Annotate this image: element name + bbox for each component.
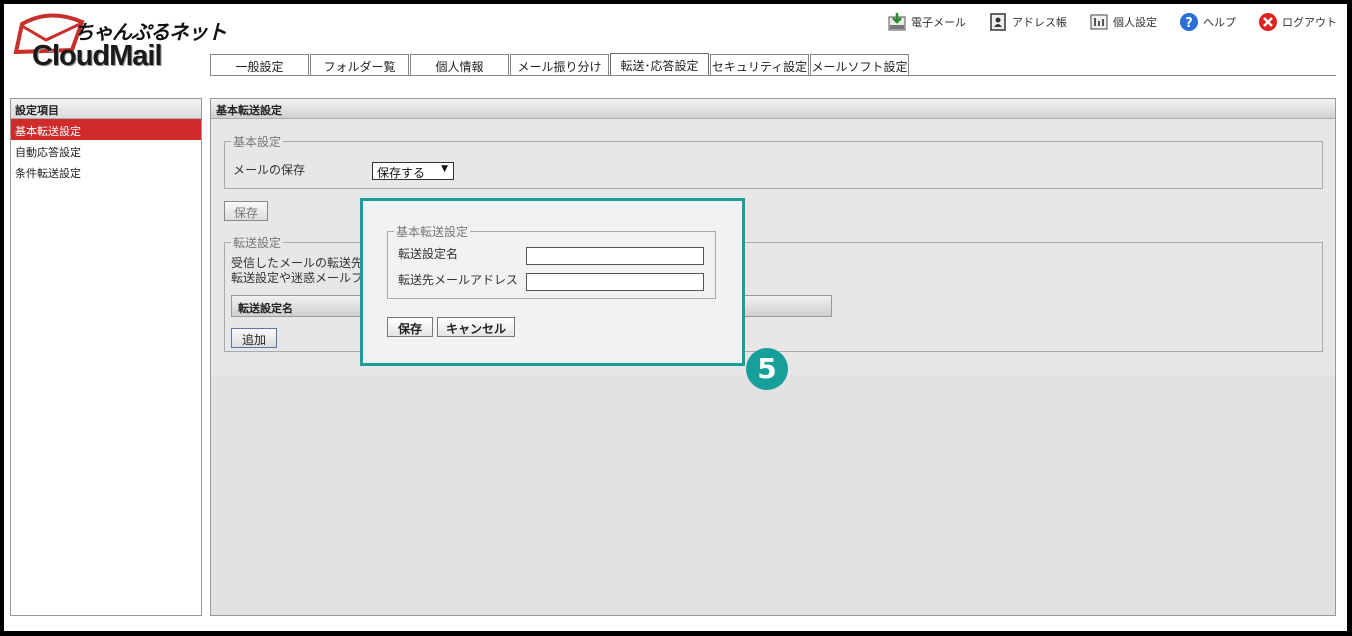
topnav-personal-settings[interactable]: 個人設定	[1089, 12, 1157, 32]
dialog-legend: 基本転送設定	[396, 225, 469, 239]
tab-forward-reply[interactable]: 転送･応答設定	[610, 53, 709, 75]
sidebar-item-auto-reply[interactable]: 自動応答設定	[11, 140, 201, 161]
save-mail-label: メールの保存	[233, 163, 306, 177]
tabs-divider	[210, 75, 1336, 76]
basic-settings-legend: 基本設定	[233, 135, 282, 149]
save-mail-select[interactable]: 保存する ▼	[372, 162, 454, 180]
topnav-address-book-label: アドレス帳	[1012, 16, 1067, 29]
topnav-help[interactable]: ? ヘルプ	[1179, 12, 1236, 32]
forward-address-input[interactable]	[526, 273, 704, 291]
topnav-logout-label: ログアウト	[1282, 16, 1337, 29]
topnav-help-label: ヘルプ	[1203, 16, 1236, 29]
tab-mail-software[interactable]: メールソフト設定	[810, 54, 909, 75]
tab-mail-filter[interactable]: メール振り分け	[510, 54, 609, 75]
dropdown-arrow-icon: ▼	[441, 164, 448, 174]
help-icon: ?	[1180, 13, 1198, 31]
save-mail-select-value: 保存する	[377, 166, 426, 180]
app-window: ちゃんぷるネット CloudMail 電子メール アドレス帳 個人設定 ? ヘル…	[4, 4, 1347, 631]
basic-save-button[interactable]: 保存	[224, 201, 268, 221]
address-book-icon	[990, 13, 1006, 31]
forward-name-input[interactable]	[526, 247, 704, 265]
forward-description-line2: 転送設定や迷惑メールフ	[231, 271, 364, 285]
settings-sidebar: 設定項目 基本転送設定 自動応答設定 条件転送設定	[10, 98, 202, 616]
main-panel-header: 基本転送設定	[211, 99, 1335, 119]
forward-settings-dialog: 基本転送設定 転送設定名 転送先メールアドレス 保存 キャンセル	[360, 198, 745, 366]
topnav-logout[interactable]: ログアウト	[1258, 12, 1337, 32]
top-navigation: 電子メール アドレス帳 個人設定 ? ヘルプ ログアウト	[887, 12, 1337, 32]
topnav-personal-settings-label: 個人設定	[1113, 16, 1157, 29]
tab-security[interactable]: セキュリティ設定	[710, 54, 809, 75]
add-forward-button[interactable]: 追加	[231, 328, 277, 348]
topnav-address-book[interactable]: アドレス帳	[988, 12, 1067, 32]
forward-address-label: 転送先メールアドレス	[398, 273, 519, 287]
logout-icon	[1259, 13, 1277, 31]
tab-personal-info[interactable]: 個人情報	[410, 54, 509, 75]
sidebar-header: 設定項目	[11, 99, 201, 119]
brand-logo[interactable]: ちゃんぷるネット CloudMail	[10, 12, 227, 74]
dialog-cancel-button[interactable]: キャンセル	[437, 317, 515, 337]
mail-download-icon	[888, 13, 906, 31]
logo-en-text: CloudMail	[32, 40, 163, 72]
forward-settings-legend: 転送設定	[233, 236, 282, 250]
topnav-mail-label: 電子メール	[911, 16, 966, 29]
dialog-save-button[interactable]: 保存	[387, 317, 433, 337]
settings-tabs: 一般設定 フォルダー覧 個人情報 メール振り分け 転送･応答設定 セキュリティ設…	[210, 53, 910, 75]
tab-folder-list[interactable]: フォルダー覧	[310, 54, 409, 75]
sidebar-item-conditional-forward[interactable]: 条件転送設定	[11, 161, 201, 182]
sidebar-item-basic-forward[interactable]: 基本転送設定	[11, 119, 201, 140]
personal-settings-icon	[1090, 14, 1108, 30]
topnav-mail[interactable]: 電子メール	[887, 12, 966, 32]
tab-general[interactable]: 一般設定	[210, 54, 309, 75]
step-number-badge: 5	[746, 348, 788, 390]
forward-name-label: 転送設定名	[398, 247, 459, 261]
svg-text:?: ?	[1185, 16, 1193, 31]
